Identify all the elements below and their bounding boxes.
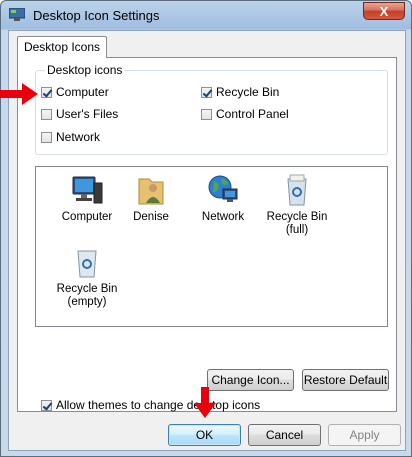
tab-desktop-icons[interactable]: Desktop Icons xyxy=(17,36,107,58)
allow-themes-checkbox[interactable] xyxy=(41,399,52,411)
icon-label: Network xyxy=(201,211,245,223)
recycle-bin-checkbox-row[interactable]: Recycle Bin xyxy=(201,85,279,99)
desktop-icon-list[interactable]: Computer Denise Network Recycle Bin (ful… xyxy=(35,166,388,327)
desktop-settings-icon xyxy=(9,8,25,21)
icon-label: Denise xyxy=(133,211,169,223)
annotation-arrow-right-icon xyxy=(0,83,38,105)
control-panel-checkbox-label: Control Panel xyxy=(216,107,289,121)
close-button[interactable]: X xyxy=(363,2,405,20)
recycle-bin-full-icon xyxy=(287,174,307,206)
apply-button[interactable]: Apply xyxy=(328,424,401,446)
list-item-network[interactable]: Network xyxy=(188,173,258,224)
recycle-bin-empty-icon xyxy=(77,250,97,278)
change-icon-button[interactable]: Change Icon... xyxy=(207,369,294,391)
ok-button[interactable]: OK xyxy=(168,424,241,446)
users-files-checkbox[interactable] xyxy=(41,108,52,120)
network-checkbox-row[interactable]: Network xyxy=(41,130,100,144)
user-folder-icon xyxy=(138,178,164,205)
network-globe-icon xyxy=(208,175,238,202)
list-item-computer[interactable]: Computer xyxy=(52,173,122,224)
recycle-bin-checkbox-label: Recycle Bin xyxy=(216,85,280,99)
computer-icon xyxy=(72,176,103,204)
restore-default-button[interactable]: Restore Default xyxy=(302,369,389,391)
icon-label: Recycle Bin (empty) xyxy=(56,283,118,308)
close-icon: X xyxy=(379,4,389,19)
tab-page-desktop-icons: Desktop icons Computer Recycle Bin User'… xyxy=(17,57,397,412)
group-legend: Desktop icons xyxy=(45,63,125,77)
annotation-arrow-down-icon xyxy=(194,387,216,418)
list-item-denise[interactable]: Denise xyxy=(116,173,186,224)
list-item-recycle-bin-empty[interactable]: Recycle Bin (empty) xyxy=(52,245,122,309)
network-checkbox[interactable] xyxy=(41,131,52,143)
icon-label: Computer xyxy=(61,211,113,223)
icon-label: Recycle Bin (full) xyxy=(266,211,328,236)
control-panel-checkbox[interactable] xyxy=(201,108,212,120)
users-files-checkbox-row[interactable]: User's Files xyxy=(41,107,118,121)
computer-checkbox-row[interactable]: Computer xyxy=(41,85,109,99)
users-files-checkbox-label: User's Files xyxy=(56,107,119,121)
computer-checkbox-label: Computer xyxy=(56,85,109,99)
title-bar[interactable]: Desktop Icon Settings X xyxy=(1,1,411,29)
network-checkbox-label: Network xyxy=(56,130,101,144)
recycle-bin-checkbox[interactable] xyxy=(201,86,212,98)
window-title: Desktop Icon Settings xyxy=(33,8,160,23)
desktop-icons-group: Desktop icons Computer Recycle Bin User'… xyxy=(35,63,388,155)
computer-checkbox[interactable] xyxy=(41,86,52,98)
cancel-button[interactable]: Cancel xyxy=(248,424,321,446)
allow-themes-label: Allow themes to change desktop icons xyxy=(56,398,261,412)
control-panel-checkbox-row[interactable]: Control Panel xyxy=(201,107,289,121)
list-item-recycle-bin-full[interactable]: Recycle Bin (full) xyxy=(262,173,332,237)
allow-themes-checkbox-row[interactable]: Allow themes to change desktop icons xyxy=(41,398,260,412)
